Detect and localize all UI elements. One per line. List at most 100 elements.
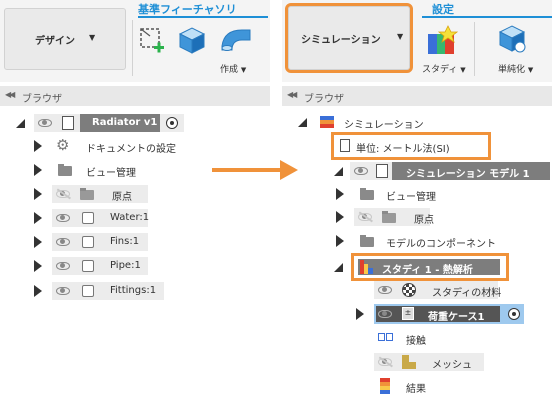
design-workspace-button[interactable]: デザイン ▼: [4, 8, 126, 70]
tree-item-selected[interactable]: ± 荷重ケース1: [282, 304, 552, 324]
right-toolbar: シミュレーション ▼ 設定 スタディ ▼ 単純化 ▼: [282, 0, 552, 82]
browser-title: ブラウザ: [304, 94, 344, 105]
expand-right-icon[interactable]: [336, 211, 344, 223]
expand-right-icon[interactable]: [336, 188, 344, 200]
tree-item[interactable]: モデルのコンポーネント: [282, 232, 552, 250]
document-icon: [340, 139, 350, 152]
activate-radio[interactable]: [508, 308, 520, 320]
tree-item[interactable]: 接触: [282, 329, 552, 347]
folder-icon: [80, 188, 94, 200]
eye-icon[interactable]: [56, 214, 70, 222]
tree-root[interactable]: Radiator v1: [0, 114, 270, 132]
expand-right-icon[interactable]: [34, 140, 42, 152]
simulation-label: シミュレーション: [301, 35, 381, 46]
expand-right-icon[interactable]: [34, 285, 42, 297]
section-underline: [138, 16, 268, 18]
body-icon: [82, 260, 94, 272]
tree-item[interactable]: 原点: [282, 208, 552, 226]
material-icon: [402, 283, 416, 297]
chevron-down-icon: ▼: [89, 33, 96, 42]
item-label: Pipe:1: [110, 260, 141, 271]
left-toolbar: デザイン ▼ 基準フィーチャソリ 作成 ▼: [0, 0, 270, 82]
item-label: 結果: [406, 384, 426, 395]
collapse-icon[interactable]: ◀◀: [5, 90, 15, 99]
item-label: メッシュ: [432, 360, 472, 371]
item-label: ドキュメントの設定: [86, 144, 176, 155]
chevron-down-icon: ▼: [397, 32, 404, 41]
browser-header[interactable]: ◀◀ ブラウザ: [282, 86, 552, 106]
left-pane: デザイン ▼ 基準フィーチャソリ 作成 ▼ ◀◀ ブラウザ Radiator v…: [0, 0, 270, 400]
tree-item[interactable]: ⚙ ドキュメントの設定: [0, 136, 270, 155]
expand-right-icon[interactable]: [34, 188, 42, 200]
expand-down-icon[interactable]: [298, 118, 307, 127]
expand-down-icon[interactable]: [334, 167, 343, 176]
tree-model[interactable]: シミュレーション モデル 1: [282, 162, 552, 180]
expand-right-icon[interactable]: [356, 308, 364, 320]
eye-icon[interactable]: [378, 310, 392, 318]
tree-item[interactable]: Water:1: [0, 209, 270, 227]
item-label: 接触: [406, 336, 426, 347]
expand-down-icon[interactable]: [334, 263, 343, 272]
expand-down-icon[interactable]: [16, 119, 25, 128]
item-label: Water:1: [110, 212, 150, 223]
item-label: Fittings:1: [110, 285, 157, 296]
box-icon[interactable]: [176, 24, 208, 56]
tree-item[interactable]: 原点: [0, 185, 270, 203]
expand-right-icon[interactable]: [34, 260, 42, 272]
expand-right-icon[interactable]: [336, 235, 344, 247]
chevron-down-icon: ▼: [527, 66, 534, 74]
eye-icon[interactable]: [56, 238, 70, 246]
simulation-workspace-button[interactable]: シミュレーション ▼: [285, 3, 413, 73]
tree-study[interactable]: スタディ 1 - 熱解析: [282, 253, 552, 281]
folder-icon: [382, 211, 396, 223]
study-label: スタディ: [422, 65, 458, 75]
tree-item[interactable]: メッシュ: [282, 353, 552, 371]
tree-item[interactable]: 結果: [282, 377, 552, 395]
browser-title: ブラウザ: [22, 94, 62, 105]
load-case-icon: ±: [402, 307, 414, 320]
expand-right-icon[interactable]: [34, 236, 42, 248]
item-label: ビュー管理: [386, 192, 436, 203]
section-title: 基準フィーチャソリ: [138, 3, 237, 16]
simplify-icon[interactable]: [496, 22, 530, 56]
expand-right-icon[interactable]: [34, 212, 42, 224]
component-icon: [376, 164, 388, 178]
browser-header[interactable]: ◀◀ ブラウザ: [0, 86, 270, 106]
tree-item[interactable]: Fittings:1: [0, 282, 270, 300]
tree-item[interactable]: ビュー管理: [282, 185, 552, 203]
expand-right-icon[interactable]: [34, 164, 42, 176]
chevron-down-icon: ▼: [460, 66, 466, 74]
tree-item[interactable]: Fins:1: [0, 233, 270, 251]
gear-icon: ⚙: [56, 136, 70, 154]
folder-icon: [360, 188, 374, 200]
study-icon[interactable]: [426, 24, 460, 56]
eye-icon[interactable]: [56, 262, 70, 270]
item-label: 原点: [414, 215, 434, 226]
offset-plane-icon[interactable]: [138, 26, 168, 56]
tree-root[interactable]: シミュレーション: [282, 113, 552, 131]
pipe-icon[interactable]: [218, 24, 254, 58]
eye-icon[interactable]: [354, 167, 368, 175]
create-label: 作成: [220, 65, 239, 75]
results-icon: [380, 378, 390, 394]
body-icon: [82, 236, 94, 248]
right-pane: シミュレーション ▼ 設定 スタディ ▼ 単純化 ▼ ◀◀ ブラウザ シミュレー…: [282, 0, 552, 400]
simplify-dropdown[interactable]: 単純化 ▼: [498, 62, 533, 75]
component-icon: [62, 116, 74, 130]
folder-icon: [360, 235, 374, 247]
item-label: スタディの材料: [432, 288, 502, 299]
study-dropdown[interactable]: スタディ ▼: [422, 62, 466, 75]
create-dropdown[interactable]: 作成 ▼: [220, 62, 246, 75]
units-item[interactable]: 単位: メートル法(SI): [331, 132, 491, 160]
eye-icon[interactable]: [56, 287, 70, 295]
tree-item[interactable]: スタディの材料: [282, 281, 552, 299]
eye-icon[interactable]: [378, 286, 392, 294]
tree-item[interactable]: Pipe:1: [0, 257, 270, 275]
collapse-icon[interactable]: ◀◀: [287, 90, 297, 99]
item-label: モデルのコンポーネント: [386, 239, 496, 250]
item-label: 荷重ケース1: [428, 312, 485, 323]
section-underline: [422, 16, 552, 18]
eye-icon[interactable]: [38, 119, 52, 127]
simplify-label: 単純化: [498, 65, 526, 75]
activate-radio[interactable]: [166, 117, 178, 129]
